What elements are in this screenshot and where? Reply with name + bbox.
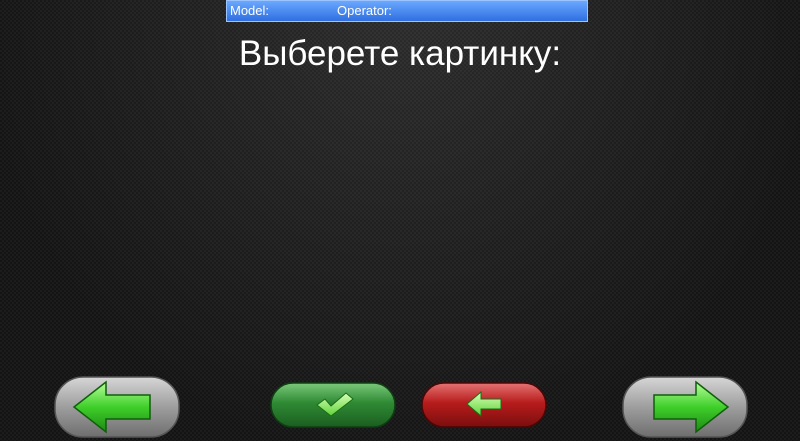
status-bar: Model: Operator: bbox=[226, 0, 588, 22]
arrow-right-icon bbox=[622, 376, 748, 438]
arrow-left-icon bbox=[54, 376, 180, 438]
model-label: Model: bbox=[230, 3, 270, 18]
checkmark-icon bbox=[270, 382, 396, 428]
next-button[interactable] bbox=[622, 376, 748, 438]
arrow-back-icon bbox=[421, 382, 547, 428]
previous-button[interactable] bbox=[54, 376, 180, 438]
back-button[interactable] bbox=[421, 382, 547, 428]
operator-label: Operator: bbox=[337, 3, 392, 18]
confirm-button[interactable] bbox=[270, 382, 396, 428]
page-title: Выберете картинку: bbox=[238, 34, 562, 73]
